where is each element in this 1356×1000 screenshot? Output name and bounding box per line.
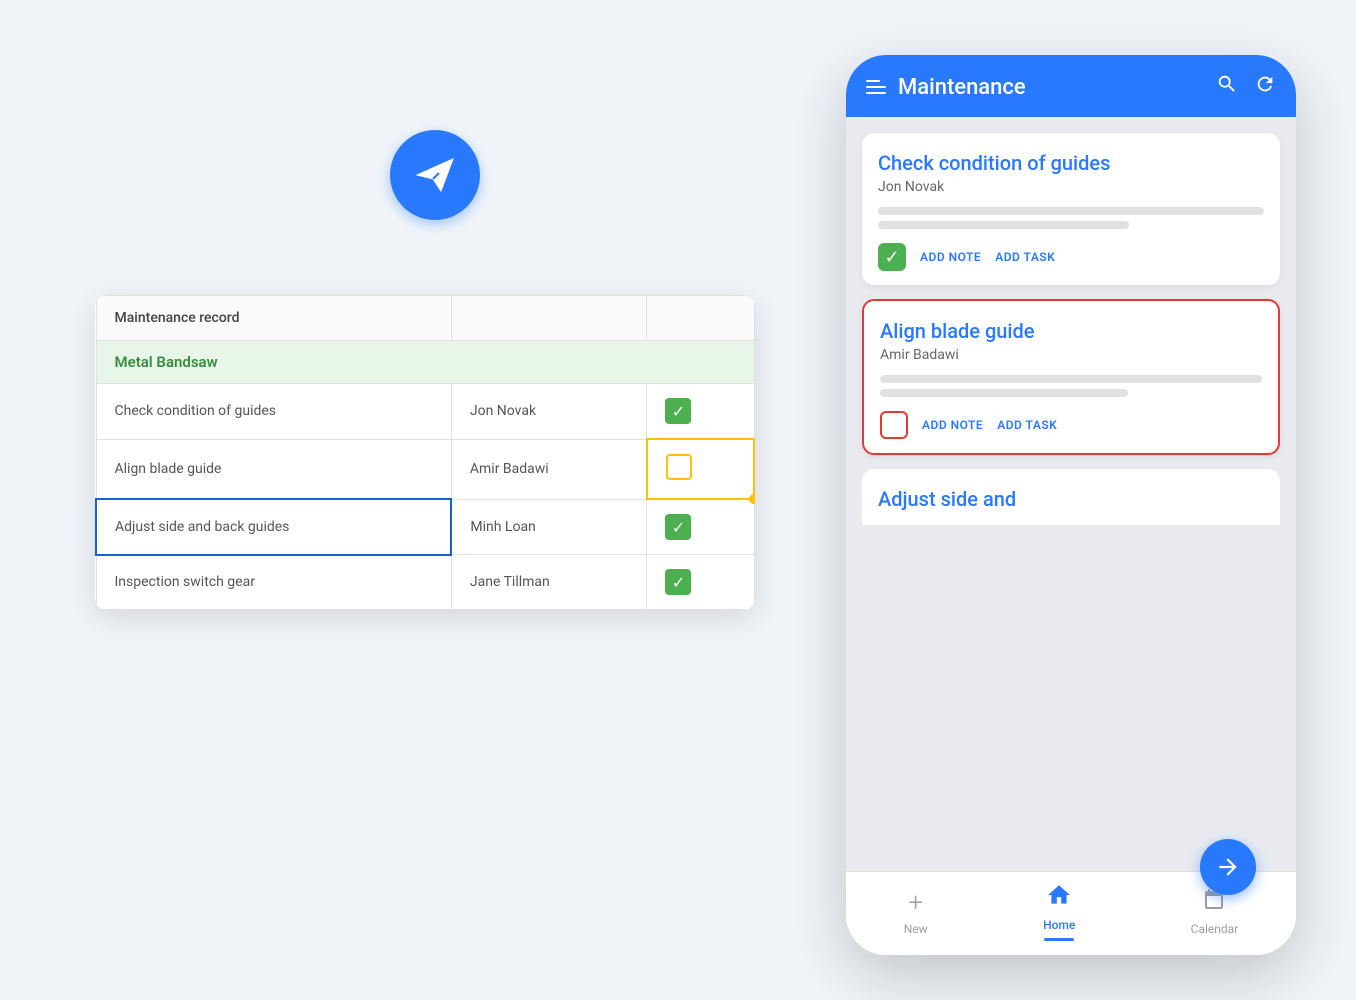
task-cell-selected: Adjust side and back guides (96, 499, 451, 555)
check-icon: ✓ (665, 398, 691, 424)
card-1-add-task[interactable]: ADD TASK (995, 250, 1055, 264)
table-row-selected: Adjust side and back guides Minh Loan ✓ (96, 499, 754, 555)
plus-icon: + (908, 888, 923, 918)
phone-mockup: Maintenance Check condition of guides Jo… (846, 55, 1296, 955)
card-2-actions: ADD NOTE ADD TASK (880, 411, 1262, 439)
line-1 (880, 375, 1262, 383)
card-1-actions: ✓ ADD NOTE ADD TASK (878, 243, 1264, 271)
table-row: Inspection switch gear Jane Tillman ✓ (96, 555, 754, 610)
card-2-add-note[interactable]: ADD NOTE (922, 418, 983, 432)
task-card-2[interactable]: Align blade guide Amir Badawi ADD NOTE A… (862, 299, 1280, 455)
nav-indicator (1044, 938, 1074, 941)
checkbox-empty[interactable] (666, 454, 692, 480)
card-1-checkbox[interactable]: ✓ (878, 243, 906, 271)
line-2 (878, 221, 1129, 229)
search-icon[interactable] (1216, 73, 1238, 101)
maintenance-table: Maintenance record Metal Bandsaw Check c… (95, 295, 755, 610)
card-2-checkbox[interactable] (880, 411, 908, 439)
phone-content: Check condition of guides Jon Novak ✓ AD… (846, 117, 1296, 871)
status-cell: ✓ (647, 499, 754, 555)
col-header-status (647, 296, 754, 341)
task-cell: Inspection switch gear (96, 555, 451, 610)
status-cell: ✓ (647, 555, 754, 610)
nav-calendar-label: Calendar (1191, 922, 1239, 936)
card-1-person: Jon Novak (878, 179, 1264, 195)
nav-home-label: Home (1043, 918, 1075, 932)
phone-header: Maintenance (846, 55, 1296, 117)
check-icon: ✓ (665, 569, 691, 595)
person-cell: Jane Tillman (451, 555, 647, 610)
person-cell: Minh Loan (451, 499, 647, 555)
line-1 (878, 207, 1264, 215)
card-1-lines (878, 207, 1264, 229)
card-2-person: Amir Badawi (880, 347, 1262, 363)
home-icon (1046, 882, 1072, 914)
line-2 (880, 389, 1128, 397)
person-cell: Jon Novak (451, 384, 647, 440)
section-label: Metal Bandsaw (96, 341, 754, 384)
person-cell: Amir Badawi (451, 439, 647, 499)
header-left: Maintenance (866, 75, 1026, 100)
header-icons (1216, 73, 1276, 101)
table-header-row: Maintenance record (96, 296, 754, 341)
card-2-title: Align blade guide (880, 319, 1262, 343)
nav-item-new[interactable]: + New (904, 888, 928, 936)
status-cell: ✓ (647, 384, 754, 440)
check-icon: ✓ (665, 514, 691, 540)
hamburger-icon[interactable] (866, 80, 886, 94)
nav-new-label: New (904, 922, 928, 936)
card-1-add-note[interactable]: ADD NOTE (920, 250, 981, 264)
status-cell-yellow[interactable] (647, 439, 754, 499)
nav-item-home[interactable]: Home (1043, 882, 1075, 941)
task-cell: Check condition of guides (96, 384, 451, 440)
card-3-title: Adjust side and (878, 487, 1264, 511)
card-2-add-task[interactable]: ADD TASK (997, 418, 1057, 432)
col-header-task: Maintenance record (96, 296, 451, 341)
card-2-lines (880, 375, 1262, 397)
card-1-title: Check condition of guides (878, 151, 1264, 175)
header-title: Maintenance (898, 75, 1026, 100)
col-header-person (451, 296, 647, 341)
task-cell: Align blade guide (96, 439, 451, 499)
phone-frame: Maintenance Check condition of guides Jo… (846, 55, 1296, 955)
spreadsheet-panel: Maintenance record Metal Bandsaw Check c… (95, 295, 755, 610)
fab-button[interactable] (1200, 839, 1256, 895)
task-card-1[interactable]: Check condition of guides Jon Novak ✓ AD… (862, 133, 1280, 285)
table-row: Check condition of guides Jon Novak ✓ (96, 384, 754, 440)
section-row-metal-bandsaw: Metal Bandsaw (96, 341, 754, 384)
app-logo (390, 130, 480, 220)
table-row: Align blade guide Amir Badawi (96, 439, 754, 499)
task-card-3-partial: Adjust side and (862, 469, 1280, 525)
refresh-icon[interactable] (1254, 73, 1276, 101)
